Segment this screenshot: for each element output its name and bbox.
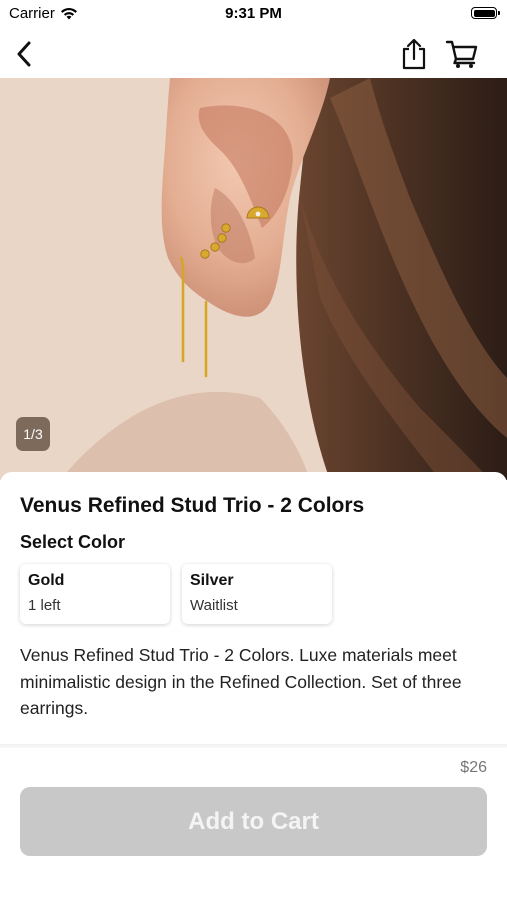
image-counter-badge: 1/3 xyxy=(16,417,50,451)
product-image[interactable]: 1/3 xyxy=(0,78,507,480)
color-option-status: Waitlist xyxy=(190,597,238,614)
product-title: Venus Refined Stud Trio - 2 Colors xyxy=(20,494,365,517)
back-button[interactable] xyxy=(4,34,44,74)
cart-button[interactable] xyxy=(442,34,482,74)
share-icon xyxy=(402,38,426,70)
battery-icon xyxy=(471,7,500,19)
add-to-cart-button[interactable]: Add to Cart xyxy=(20,787,487,856)
status-bar: Carrier 9:31 PM xyxy=(0,0,507,28)
chevron-left-icon xyxy=(17,41,31,67)
product-description: Venus Refined Stud Trio - 2 Colors. Luxe… xyxy=(20,645,462,718)
color-option-name: Gold xyxy=(28,572,65,589)
divider xyxy=(0,744,507,748)
color-option-name: Silver xyxy=(190,572,234,589)
status-time: 9:31 PM xyxy=(225,5,282,22)
share-button[interactable] xyxy=(394,34,434,74)
color-option-gold[interactable]: Gold 1 left xyxy=(20,564,170,624)
cart-icon xyxy=(445,40,478,68)
ear-earrings-photo xyxy=(0,78,507,480)
color-option-status: 1 left xyxy=(28,597,61,614)
select-color-label: Select Color xyxy=(20,532,126,552)
product-details-sheet: Venus Refined Stud Trio - 2 Colors Selec… xyxy=(0,472,507,900)
color-option-silver[interactable]: Silver Waitlist xyxy=(182,564,332,624)
product-price: $26 xyxy=(460,759,487,776)
navigation-bar xyxy=(0,28,507,78)
